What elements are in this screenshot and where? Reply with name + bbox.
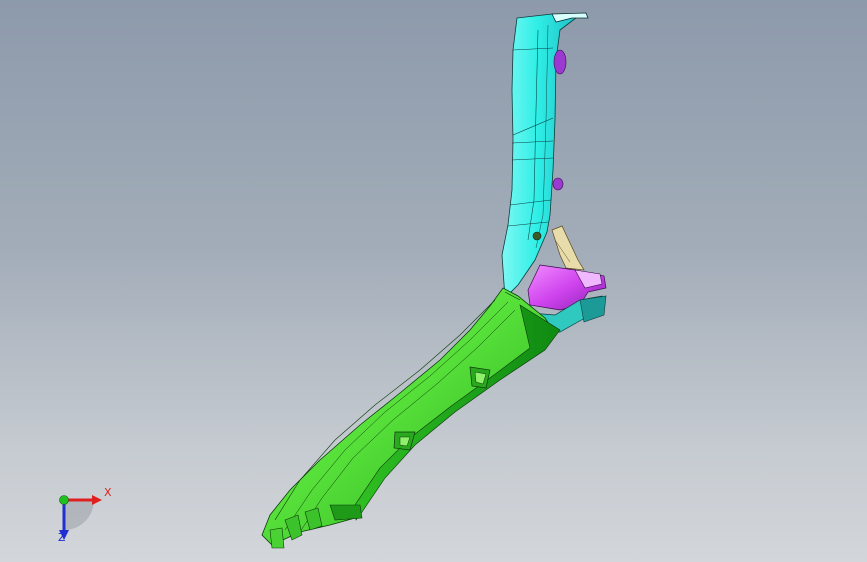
clip-part[interactable] bbox=[551, 225, 585, 271]
lower-trim-part[interactable] bbox=[261, 287, 561, 549]
x-axis-label: X bbox=[104, 486, 112, 499]
cad-model[interactable] bbox=[0, 0, 867, 562]
3d-viewport[interactable]: X Z bbox=[0, 0, 867, 562]
z-axis-label: Z bbox=[58, 531, 66, 544]
coordinate-triad: X Z bbox=[40, 478, 120, 548]
